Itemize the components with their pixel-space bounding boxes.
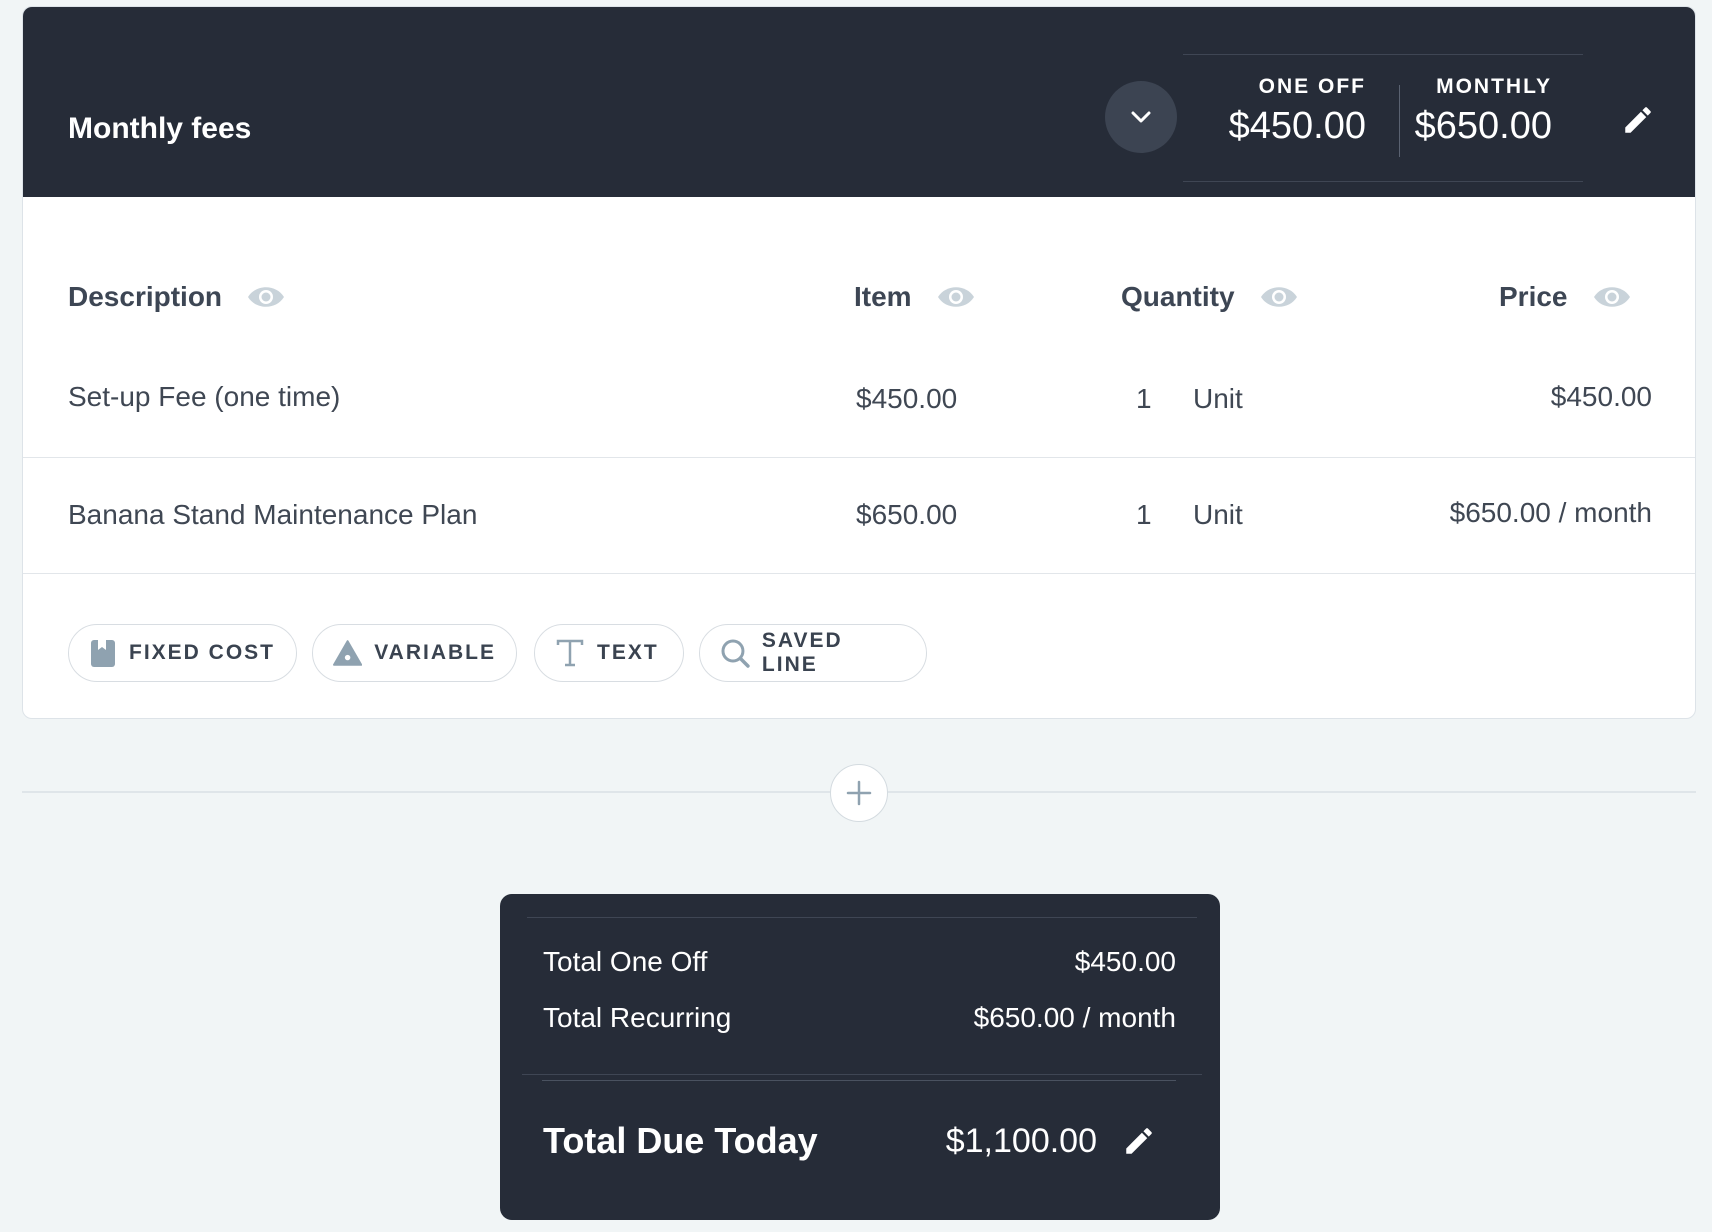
chevron-down-icon (1131, 111, 1151, 123)
pencil-icon (1625, 107, 1651, 133)
total-recurring-row: Total Recurring $650.00 / month (543, 1002, 1176, 1034)
one-off-label: ONE OFF (1258, 75, 1366, 98)
row-item: $650.00 (856, 499, 958, 530)
column-header-price: Price (1499, 277, 1632, 317)
eye-icon[interactable] (246, 283, 286, 311)
monthly-value: $650.00 (1414, 105, 1552, 147)
chip-label: TEXT (597, 641, 659, 664)
eye-icon[interactable] (936, 283, 976, 311)
triangle-icon (333, 640, 363, 666)
search-icon (721, 639, 750, 668)
add-section-button[interactable] (830, 764, 888, 822)
row-unit: Unit (1193, 383, 1243, 414)
fee-section-card: Monthly fees ONE OFF $450.00 MONTHLY $65… (22, 6, 1696, 719)
row-divider (23, 457, 1695, 458)
monthly-label: MONTHLY (1436, 75, 1552, 98)
add-variable-button[interactable]: VARIABLE (312, 624, 517, 682)
summary-divider (522, 1074, 1202, 1075)
eye-icon[interactable] (1259, 283, 1299, 311)
row-quantity: 1 (1136, 383, 1152, 414)
section-header: Monthly fees ONE OFF $450.00 MONTHLY $65… (23, 7, 1695, 197)
one-off-value: $450.00 (1228, 105, 1366, 147)
edit-total-button[interactable] (1122, 1124, 1156, 1163)
section-title: Monthly fees (68, 112, 252, 145)
chip-label: FIXED COST (129, 641, 276, 664)
total-due-label: Total Due Today (543, 1120, 818, 1161)
add-fixed-cost-button[interactable]: FIXED COST (68, 624, 297, 682)
column-header-label: Quantity (1121, 281, 1235, 312)
row-price: $450.00 (1550, 381, 1652, 412)
column-header-label: Price (1499, 281, 1568, 312)
edit-section-button[interactable] (1621, 103, 1655, 142)
eye-icon[interactable] (1592, 283, 1632, 311)
column-header-item: Item (854, 277, 976, 317)
column-header-label: Item (854, 281, 912, 312)
total-recurring-value: $650.00 / month (973, 1002, 1176, 1033)
column-header-quantity: Quantity (1121, 277, 1299, 317)
total-due-value: $1,100.00 (945, 1122, 1097, 1160)
plus-icon (846, 780, 872, 806)
text-icon (556, 639, 584, 667)
row-quantity: 1 (1136, 499, 1152, 530)
row-description: Banana Stand Maintenance Plan (68, 499, 478, 530)
row-price: $650.00 / month (1449, 497, 1652, 528)
summary-top-divider (527, 917, 1197, 918)
total-recurring-label: Total Recurring (543, 1002, 732, 1033)
monthly-total: MONTHLY $650.00 (1415, 75, 1552, 149)
column-header-label: Description (68, 281, 223, 312)
total-one-off-value: $450.00 (1074, 946, 1176, 977)
totals-divider (1399, 85, 1400, 157)
row-divider (23, 573, 1695, 574)
add-saved-line-button[interactable]: SAVED LINE (699, 624, 927, 682)
row-unit: Unit (1193, 499, 1243, 530)
total-one-off-row: Total One Off $450.00 (543, 946, 1176, 978)
column-header-description: Description (68, 277, 286, 317)
chip-label: VARIABLE (374, 641, 496, 664)
pencil-icon (1126, 1128, 1152, 1154)
row-description: Set-up Fee (one time) (68, 381, 341, 412)
section-totals: ONE OFF $450.00 MONTHLY $650.00 (1183, 54, 1583, 182)
chip-label: SAVED LINE (761, 629, 843, 676)
one-off-total: ONE OFF $450.00 (1229, 75, 1366, 149)
total-one-off-label: Total One Off (543, 946, 708, 977)
bookmark-icon (91, 640, 115, 667)
summary-divider (542, 1080, 1176, 1081)
add-text-button[interactable]: TEXT (534, 624, 684, 682)
totals-summary: Total One Off $450.00 Total Recurring $6… (500, 894, 1220, 1220)
collapse-button[interactable] (1105, 81, 1177, 153)
row-item: $450.00 (856, 383, 958, 414)
